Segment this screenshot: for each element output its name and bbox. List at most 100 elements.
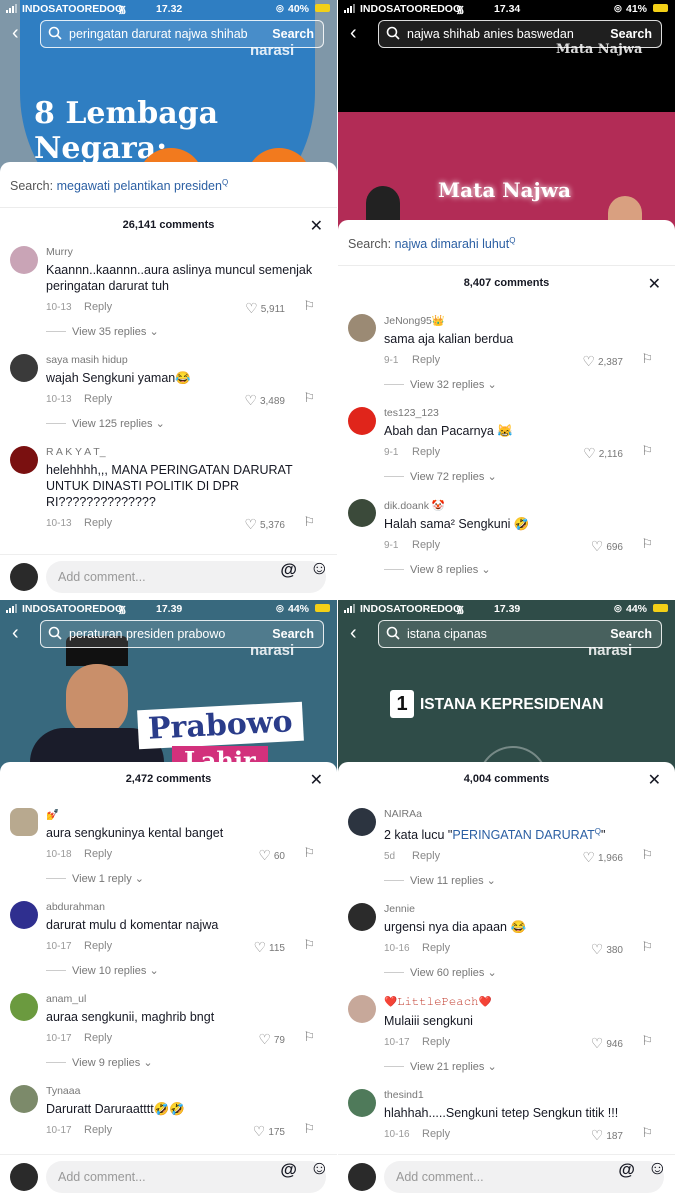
view-replies-button[interactable]: View 32 replies ⌄ xyxy=(384,373,663,397)
avatar[interactable] xyxy=(10,1085,38,1113)
back-icon[interactable]: ‹ xyxy=(350,623,368,643)
like-button[interactable]: ♡ 380 xyxy=(591,941,623,958)
close-icon[interactable]: ✕ xyxy=(310,770,323,790)
close-icon[interactable]: ✕ xyxy=(648,274,661,294)
close-icon[interactable]: ✕ xyxy=(648,770,661,790)
like-button[interactable]: ♡ 60 xyxy=(258,847,285,864)
comment-username[interactable]: thesind1 xyxy=(384,1087,663,1101)
dislike-icon[interactable]: ⚐ xyxy=(641,1033,653,1049)
like-button[interactable]: ♡ 696 xyxy=(591,538,623,555)
comment-username[interactable]: JeNong95👑 xyxy=(384,312,663,327)
dislike-icon[interactable]: ⚐ xyxy=(303,937,315,953)
view-replies-button[interactable]: View 10 replies ⌄ xyxy=(46,959,325,983)
avatar[interactable] xyxy=(348,808,376,836)
related-term[interactable]: najwa dimarahi luhut xyxy=(395,237,510,251)
dislike-icon[interactable]: ⚐ xyxy=(303,514,315,530)
dislike-icon[interactable]: ⚐ xyxy=(641,1125,653,1141)
avatar[interactable] xyxy=(348,407,376,435)
avatar[interactable] xyxy=(10,808,38,836)
back-icon[interactable]: ‹ xyxy=(12,623,30,643)
emoji-icon[interactable]: ☺ xyxy=(310,558,329,580)
comment-search-link[interactable]: PERINGATAN DARURAT xyxy=(452,828,594,842)
dislike-icon[interactable]: ⚐ xyxy=(641,351,653,367)
emoji-icon[interactable]: ☺ xyxy=(310,1158,329,1180)
comment-username[interactable]: R A K Y A T_ xyxy=(46,444,325,458)
reply-button[interactable]: Reply xyxy=(84,393,112,405)
avatar[interactable] xyxy=(348,995,376,1024)
view-replies-button[interactable]: View 11 replies ⌄ xyxy=(384,869,663,893)
search-query[interactable]: peraturan presiden prabowo xyxy=(69,627,261,641)
like-button[interactable]: ♡ 2,387 xyxy=(582,353,623,370)
view-replies-button[interactable]: View 35 replies ⌄ xyxy=(46,320,325,344)
like-button[interactable]: ♡ 946 xyxy=(591,1035,623,1052)
reply-button[interactable]: Reply xyxy=(84,517,112,529)
avatar[interactable] xyxy=(10,246,38,274)
reply-button[interactable]: Reply xyxy=(422,1128,450,1140)
like-button[interactable]: ♡ 1,966 xyxy=(582,849,623,866)
search-button[interactable]: Search xyxy=(272,627,314,641)
search-button[interactable]: Search xyxy=(610,27,652,41)
view-replies-button[interactable]: View 72 replies ⌄ xyxy=(384,465,663,489)
at-icon[interactable]: @ xyxy=(280,1160,297,1180)
like-button[interactable]: ♡ 5,911 xyxy=(245,300,285,317)
close-icon[interactable]: ✕ xyxy=(310,216,323,236)
reply-button[interactable]: Reply xyxy=(422,1036,450,1048)
at-icon[interactable]: @ xyxy=(280,560,297,580)
like-button[interactable]: ♡ 115 xyxy=(253,939,285,956)
view-replies-button[interactable]: View 125 replies ⌄ xyxy=(46,412,325,436)
comment-username[interactable]: saya masih hidup xyxy=(46,352,325,366)
like-button[interactable]: ♡ 187 xyxy=(591,1127,623,1144)
like-button[interactable]: ♡ 175 xyxy=(253,1123,285,1140)
like-button[interactable]: ♡ 3,489 xyxy=(244,392,285,409)
comment-username[interactable]: 💅 xyxy=(46,806,325,821)
emoji-icon[interactable]: ☺ xyxy=(648,1158,667,1180)
comment-username[interactable]: Jennie xyxy=(384,901,663,915)
search-button[interactable]: Search xyxy=(272,27,314,41)
avatar[interactable] xyxy=(348,903,376,932)
back-icon[interactable]: ‹ xyxy=(12,23,30,43)
dislike-icon[interactable]: ⚐ xyxy=(303,390,315,406)
dislike-icon[interactable]: ⚐ xyxy=(303,845,315,861)
view-replies-button[interactable]: View 21 replies ⌄ xyxy=(384,1055,663,1079)
search-query[interactable]: peringatan darurat najwa shihab xyxy=(69,27,261,41)
back-icon[interactable]: ‹ xyxy=(350,23,368,43)
comment-username[interactable]: abdurahman xyxy=(46,899,325,913)
dislike-icon[interactable]: ⚐ xyxy=(641,536,653,552)
like-button[interactable]: ♡ 79 xyxy=(258,1031,285,1048)
comment-username[interactable]: tes123_123 xyxy=(384,405,663,419)
view-replies-button[interactable]: View 8 replies ⌄ xyxy=(384,558,663,582)
reply-button[interactable]: Reply xyxy=(412,354,440,366)
dislike-icon[interactable]: ⚐ xyxy=(303,1121,315,1137)
comment-username[interactable]: Tynaaa xyxy=(46,1083,325,1097)
like-button[interactable]: ♡ 5,376 xyxy=(244,516,285,533)
reply-button[interactable]: Reply xyxy=(412,850,440,862)
reply-button[interactable]: Reply xyxy=(84,1124,112,1136)
view-replies-button[interactable]: View 60 replies ⌄ xyxy=(384,961,663,985)
reply-button[interactable]: Reply xyxy=(84,301,112,313)
comment-username[interactable]: NAIRAa xyxy=(384,806,663,820)
related-term[interactable]: megawati pelantikan presiden xyxy=(57,179,222,193)
dislike-icon[interactable]: ⚐ xyxy=(303,1029,315,1045)
view-replies-button[interactable]: View 9 replies ⌄ xyxy=(46,1051,325,1075)
like-button[interactable]: ♡ 2,116 xyxy=(583,445,623,462)
dislike-icon[interactable]: ⚐ xyxy=(641,443,653,459)
reply-button[interactable]: Reply xyxy=(84,848,112,860)
search-query[interactable]: najwa shihab anies baswedan xyxy=(407,27,599,41)
search-button[interactable]: Search xyxy=(610,627,652,641)
related-search[interactable]: Search: megawati pelantikan presidenQ xyxy=(0,162,337,208)
avatar[interactable] xyxy=(348,499,376,527)
at-icon[interactable]: @ xyxy=(618,1160,635,1180)
view-replies-button[interactable]: View 1 reply ⌄ xyxy=(46,867,325,891)
reply-button[interactable]: Reply xyxy=(412,446,440,458)
avatar[interactable] xyxy=(348,314,376,342)
search-query[interactable]: istana cipanas xyxy=(407,627,599,641)
comment-username[interactable]: anam_ul xyxy=(46,991,325,1005)
dislike-icon[interactable]: ⚐ xyxy=(641,939,653,955)
dislike-icon[interactable]: ⚐ xyxy=(641,847,653,863)
reply-button[interactable]: Reply xyxy=(84,940,112,952)
dislike-icon[interactable]: ⚐ xyxy=(303,298,315,314)
reply-button[interactable]: Reply xyxy=(422,942,450,954)
avatar[interactable] xyxy=(10,993,38,1021)
reply-button[interactable]: Reply xyxy=(412,539,440,551)
related-search[interactable]: Search: najwa dimarahi luhutQ xyxy=(338,220,675,266)
